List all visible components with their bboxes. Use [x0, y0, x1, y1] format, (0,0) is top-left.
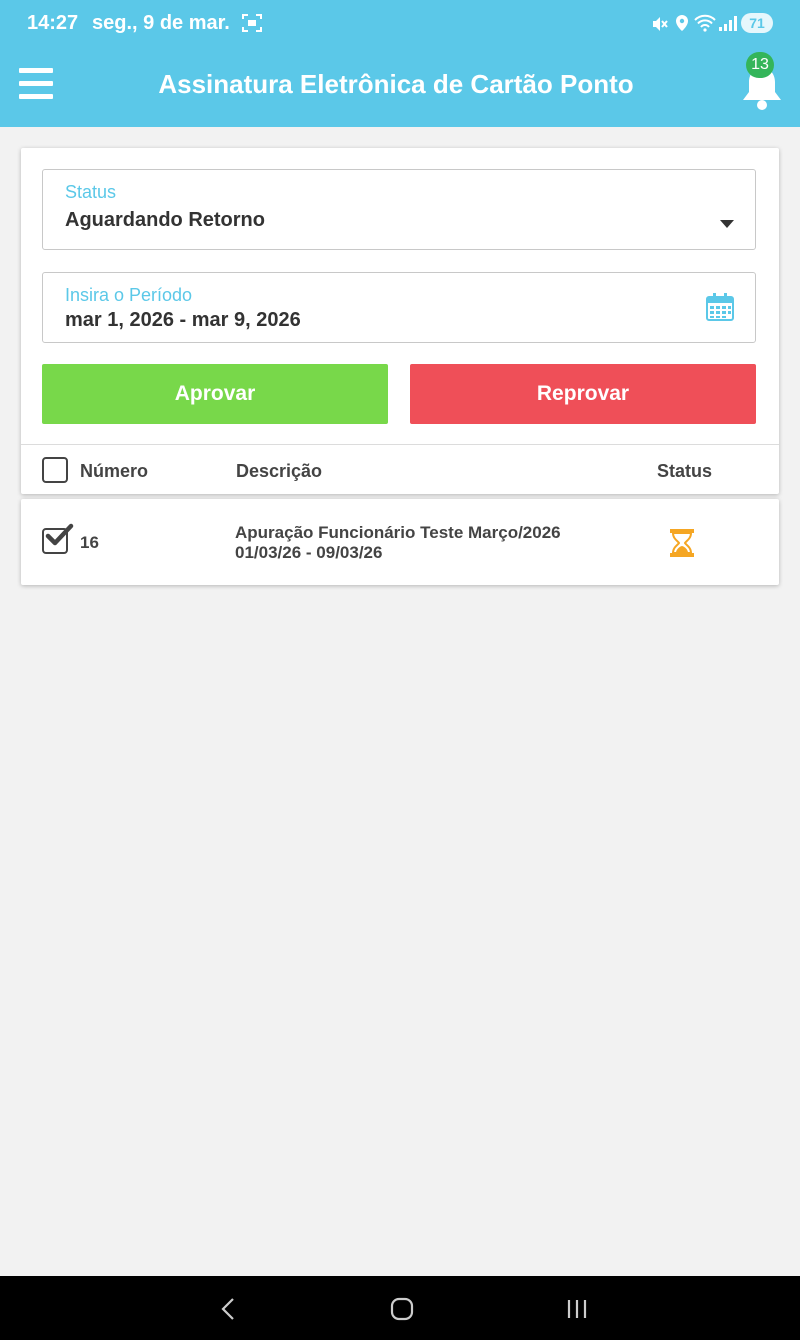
location-icon	[676, 15, 688, 31]
back-icon[interactable]	[215, 1296, 241, 1322]
battery-indicator: 71	[741, 13, 773, 33]
checkmark-icon	[45, 523, 74, 546]
column-header-status: Status	[657, 461, 713, 481]
notification-badge: 13	[746, 52, 774, 78]
column-header-description: Descrição	[236, 461, 323, 481]
column-header-number: Número	[80, 461, 149, 481]
period-date-range-field[interactable]: Insira o Período mar 1, 2026 - mar 9, 20…	[42, 272, 756, 343]
row-number: 16	[80, 533, 99, 552]
wifi-icon	[694, 14, 716, 32]
app-bar: Assinatura Eletrônica de Cartão Ponto 13	[0, 46, 800, 127]
signal-icon	[719, 16, 737, 31]
period-field-value: mar 1, 2026 - mar 9, 2026	[65, 309, 301, 331]
chevron-down-icon	[720, 220, 734, 228]
table-row[interactable]: 16 Apuração Funcionário Teste Março/2026…	[21, 499, 779, 585]
hourglass-icon	[670, 529, 694, 557]
home-icon[interactable]	[389, 1296, 415, 1322]
table-header: Número Descrição Status	[21, 445, 779, 494]
screenshot-icon	[242, 14, 262, 32]
row-period: 01/03/26 - 09/03/26	[235, 543, 383, 562]
status-select[interactable]: Status Aguardando Retorno	[42, 169, 756, 250]
calendar-icon[interactable]	[705, 292, 735, 322]
date: seg., 9 de mar.	[92, 12, 230, 34]
recent-apps-icon[interactable]	[564, 1296, 590, 1322]
page-title: Assinatura Eletrônica de Cartão Ponto	[158, 69, 634, 99]
approve-button[interactable]: Aprovar	[42, 364, 388, 424]
status-select-value: Aguardando Retorno	[65, 209, 265, 231]
system-navigation-bar	[0, 1276, 800, 1340]
filter-card: Status Aguardando Retorno Insira o Perío…	[21, 148, 779, 494]
clock: 14:27	[27, 12, 79, 34]
row-description: Apuração Funcionário Teste Março/2026	[235, 523, 561, 542]
system-status-bar: 14:27 seg., 9 de mar. 71	[0, 0, 800, 46]
status-select-label: Status	[65, 182, 117, 202]
mute-icon	[653, 17, 668, 31]
reject-button[interactable]: Reprovar	[410, 364, 756, 424]
select-all-checkbox[interactable]	[42, 457, 68, 483]
period-field-label: Insira o Período	[65, 285, 193, 305]
